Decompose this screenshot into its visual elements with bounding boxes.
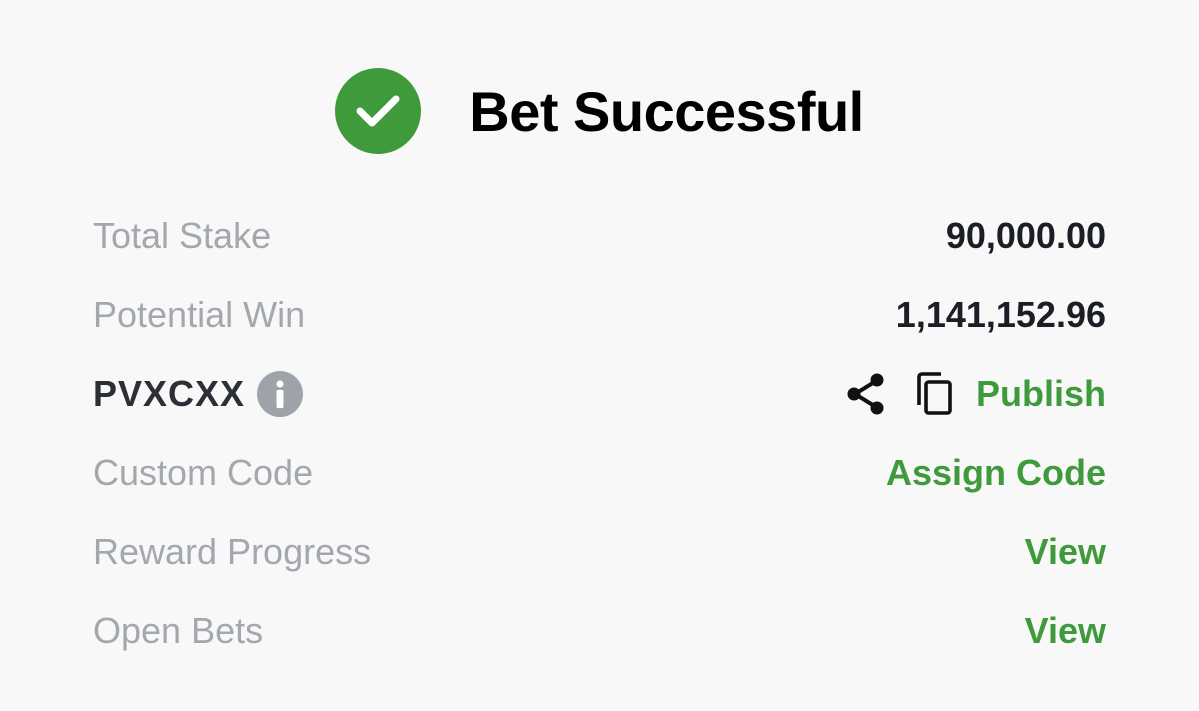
- open-bets-view-button[interactable]: View: [1025, 610, 1106, 652]
- publish-button[interactable]: Publish: [976, 373, 1106, 415]
- booking-code-group: PVXCXX: [93, 370, 304, 417]
- reward-progress-row: Reward Progress View: [93, 512, 1106, 591]
- copy-icon[interactable]: [914, 371, 954, 417]
- page-title: Bet Successful: [469, 79, 864, 143]
- potential-win-label: Potential Win: [93, 293, 306, 335]
- potential-win-row: Potential Win 1,141,152.96: [93, 275, 1106, 354]
- booking-code: PVXCXX: [93, 372, 246, 414]
- open-bets-label: Open Bets: [93, 609, 264, 651]
- total-stake-row: Total Stake 90,000.00: [93, 196, 1106, 275]
- assign-code-button[interactable]: Assign Code: [886, 452, 1106, 494]
- bet-summary: Total Stake 90,000.00 Potential Win 1,14…: [93, 196, 1106, 670]
- open-bets-row: Open Bets View: [93, 591, 1106, 670]
- reward-progress-label: Reward Progress: [93, 530, 372, 572]
- custom-code-label: Custom Code: [93, 451, 314, 493]
- check-circle-icon: [335, 68, 422, 154]
- custom-code-row: Custom Code Assign Code: [93, 433, 1106, 512]
- potential-win-value: 1,141,152.96: [895, 293, 1106, 335]
- total-stake-value: 90,000.00: [945, 214, 1106, 256]
- reward-progress-view-button[interactable]: View: [1025, 531, 1106, 573]
- bet-success-header: Bet Successful: [0, 68, 1199, 154]
- booking-code-row: PVXCXX Publish: [93, 354, 1106, 433]
- total-stake-label: Total Stake: [93, 214, 272, 256]
- share-icon[interactable]: [846, 373, 886, 415]
- booking-actions: Publish: [846, 371, 1106, 417]
- info-icon[interactable]: [257, 370, 304, 417]
